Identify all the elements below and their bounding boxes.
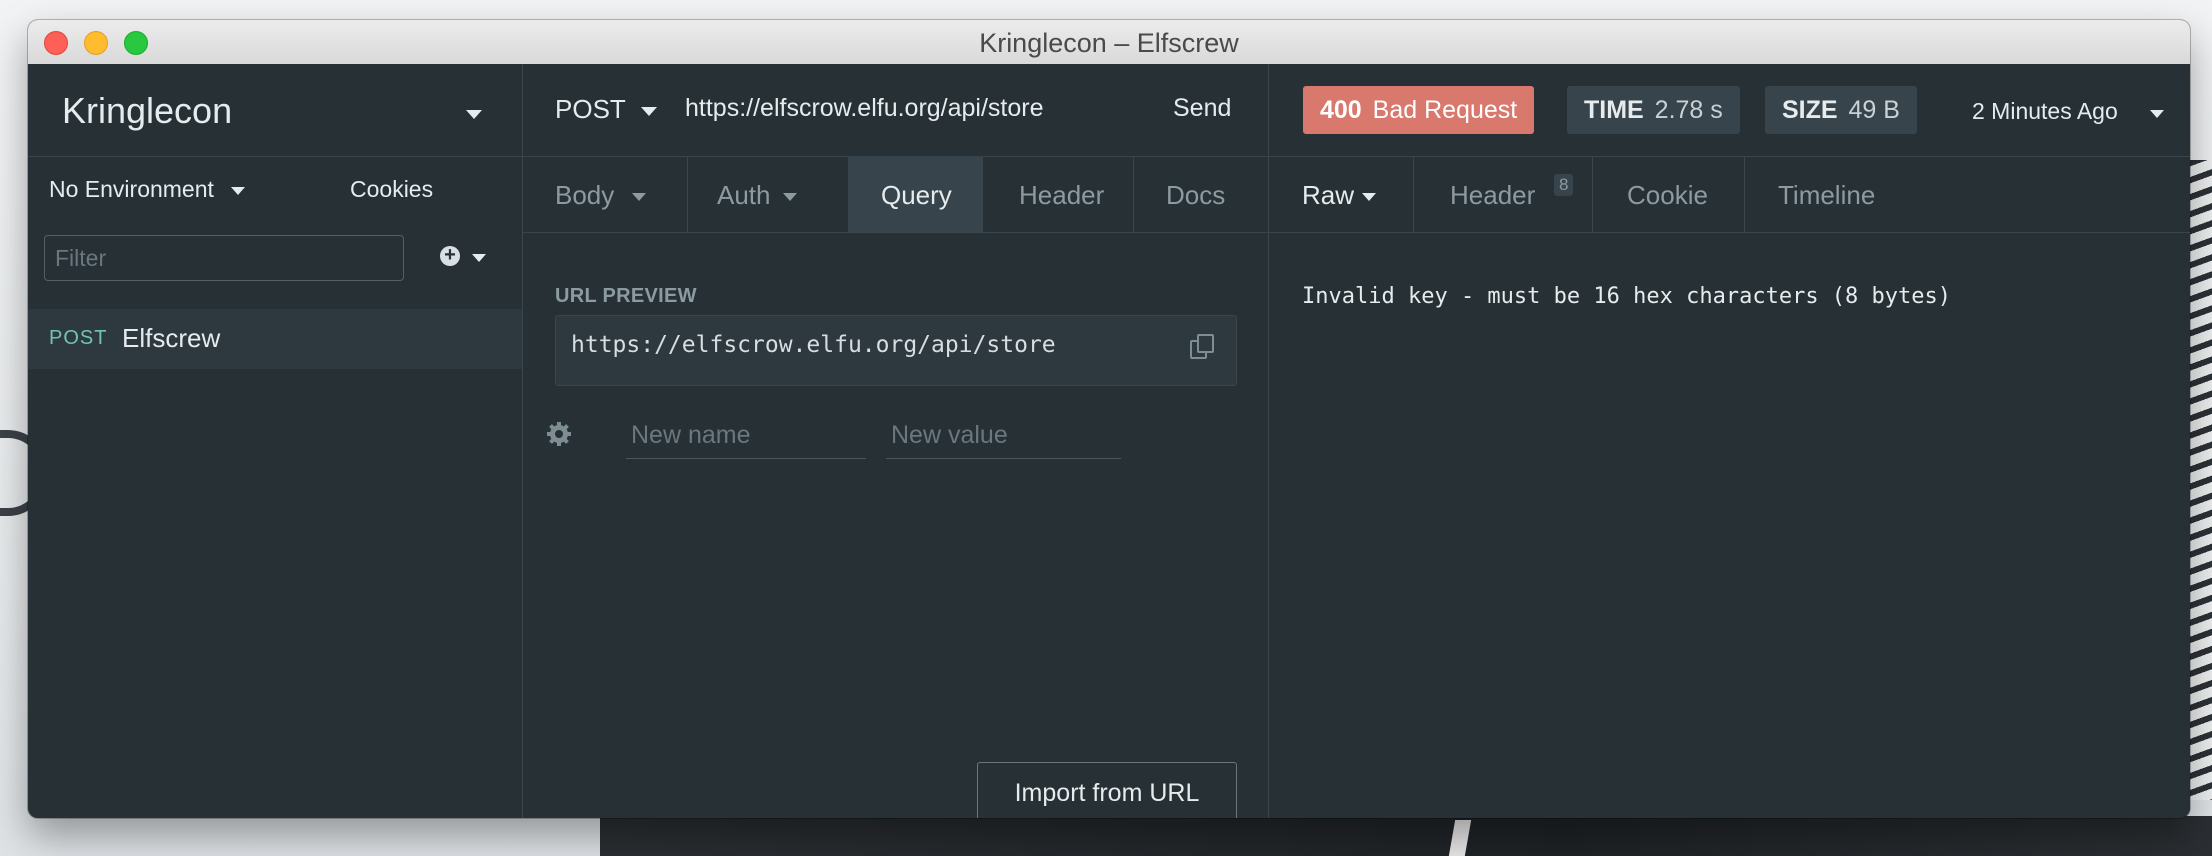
status-code: 400 [1320,96,1362,124]
tab-response-header[interactable]: Header 8 [1414,156,1592,232]
request-tabs: Body Auth Query Header Docs [523,156,1268,233]
chevron-down-icon[interactable] [2150,110,2164,118]
url-bar: POST https://elfscrow.elfu.org/api/store… [523,64,1268,157]
chevron-down-icon [1362,193,1376,201]
time-value: 2.78 s [1654,96,1723,124]
tab-timeline-label: Timeline [1778,180,1876,210]
request-name: Elfscrew [122,323,221,353]
tab-response-header-label: Header [1450,180,1536,210]
tab-body-label: Body [555,180,615,210]
url-preview-box: https://elfscrow.elfu.org/api/store [555,315,1237,386]
size-label: SIZE [1782,96,1838,124]
url-preview-text: https://elfscrow.elfu.org/api/store [571,332,1056,358]
environment-row: No Environment Cookies [28,156,522,234]
request-pane: POST https://elfscrow.elfu.org/api/store… [523,64,1269,818]
chevron-down-icon [466,110,482,119]
gear-icon[interactable] [547,422,571,446]
status-badge: 400 Bad Request [1303,86,1535,134]
response-status-bar: 400 Bad Request TIME 2.78 s SIZE 49 B 2 … [1269,64,2190,157]
tab-header[interactable]: Header [983,156,1133,232]
tab-cookie[interactable]: Cookie [1593,156,1744,232]
workspace-dropdown[interactable]: Kringlecon [28,64,522,157]
tab-query-label: Query [881,180,952,210]
chevron-down-icon [472,254,486,262]
response-body: Invalid key - must be 16 hex characters … [1302,284,1952,309]
response-pane: 400 Bad Request TIME 2.78 s SIZE 49 B 2 … [1269,64,2190,818]
url-preview-label: URL PREVIEW [555,285,697,307]
workspace-name: Kringlecon [62,90,233,131]
plus-circle-icon: + [440,245,460,266]
filter-input[interactable] [44,235,404,281]
tab-header-label: Header [1019,180,1105,210]
param-value-input[interactable] [886,413,1121,459]
tab-raw[interactable]: Raw [1269,156,1413,232]
response-history-dropdown[interactable]: 2 Minutes Ago [1972,98,2118,125]
window-title: Kringlecon – Elfscrew [979,28,1239,58]
request-method-badge: POST [49,327,108,349]
desktop-road [600,816,2212,856]
cookies-button[interactable]: Cookies [350,176,433,203]
chevron-down-icon [783,193,797,201]
sidebar: Kringlecon No Environment Cookies + POST… [28,64,523,818]
import-from-url-button[interactable]: Import from URL [977,762,1237,818]
tab-query[interactable]: Query [848,156,983,232]
time-label: TIME [1584,96,1644,124]
tab-auth[interactable]: Auth [688,156,848,232]
method-dropdown[interactable]: POST [555,94,626,125]
tab-auth-label: Auth [717,180,771,210]
header-count-badge: 8 [1554,174,1574,196]
title-bar[interactable]: Kringlecon – Elfscrew [28,20,2190,65]
chevron-down-icon[interactable] [231,187,245,195]
app-window: Kringlecon – Elfscrew Kringlecon No Envi… [28,20,2190,818]
url-input[interactable]: https://elfscrow.elfu.org/api/store [685,94,1044,123]
tab-cookie-label: Cookie [1627,180,1708,210]
send-button[interactable]: Send [1173,94,1231,123]
tab-docs[interactable]: Docs [1134,156,1268,232]
tab-timeline[interactable]: Timeline [1745,156,1905,232]
param-name-input[interactable] [626,413,866,459]
status-text: Bad Request [1372,96,1518,124]
size-badge: SIZE 49 B [1765,86,1917,134]
time-badge: TIME 2.78 s [1567,86,1740,134]
chevron-down-icon [632,193,646,201]
chevron-down-icon[interactable] [641,107,657,116]
size-value: 49 B [1848,96,1900,124]
copy-icon[interactable] [1190,334,1214,359]
environment-dropdown[interactable]: No Environment [49,176,214,203]
request-list-item[interactable]: POST Elfscrew [28,309,522,369]
tab-raw-label: Raw [1302,180,1355,210]
tab-body[interactable]: Body [523,156,687,232]
tab-docs-label: Docs [1166,180,1226,210]
response-tabs: Raw Header 8 Cookie Timeline [1269,156,2190,233]
desktop-road-edge [2190,160,2212,800]
